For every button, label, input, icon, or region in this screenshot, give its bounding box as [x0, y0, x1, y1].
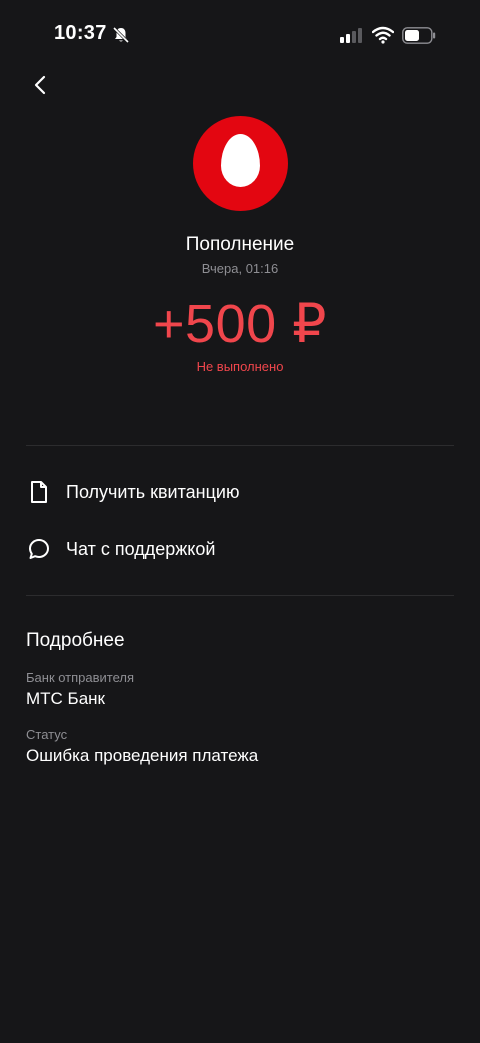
- egg-logo-icon: [221, 134, 260, 187]
- support-chat-button[interactable]: Чат с поддержкой: [26, 529, 454, 569]
- wifi-icon: [372, 26, 394, 44]
- transaction-date: Вчера, 01:16: [201, 261, 279, 276]
- sender-bank-value: МТС Банк: [26, 689, 105, 708]
- transaction-amount: +500 ₽: [153, 294, 327, 354]
- support-chat-label: Чат с поддержкой: [66, 538, 216, 559]
- transaction-status: Не выполнено: [196, 359, 284, 374]
- status-field-value: Ошибка проведения платежа: [26, 746, 259, 765]
- status-field-label: Статус: [26, 727, 68, 742]
- bank-logo: [193, 116, 288, 211]
- chat-bubble-icon: [26, 536, 52, 562]
- details-section-title: Подробнее: [26, 630, 125, 651]
- divider: [26, 595, 454, 596]
- document-icon: [26, 479, 52, 505]
- get-receipt-button[interactable]: Получить квитанцию: [26, 472, 454, 512]
- divider: [26, 445, 454, 446]
- battery-icon: [402, 27, 436, 44]
- bell-muted-icon: [112, 26, 130, 44]
- back-chevron-icon[interactable]: [28, 72, 54, 98]
- get-receipt-label: Получить квитанцию: [66, 481, 240, 502]
- status-time: 10:37: [54, 22, 107, 44]
- sender-bank-label: Банк отправителя: [26, 670, 135, 685]
- transaction-details-screen: 10:37 Пополнение Вчера, 01:16 +500 ₽ Не …: [0, 0, 480, 1043]
- status-bar: 10:37: [0, 0, 480, 70]
- cellular-signal-icon: [340, 28, 362, 43]
- transaction-title: Пополнение: [185, 234, 295, 255]
